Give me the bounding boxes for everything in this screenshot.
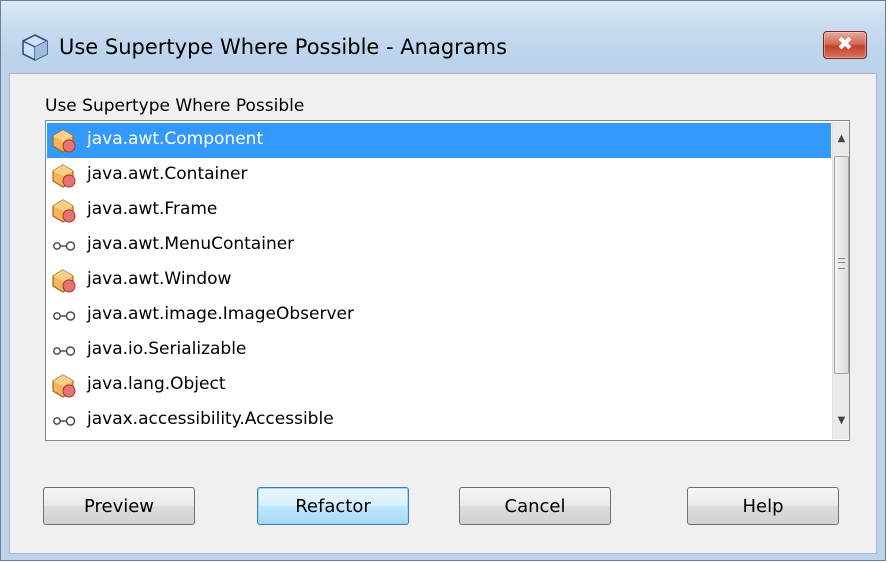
class-icon (51, 198, 77, 224)
dialog-window: Use Supertype Where Possible - Anagrams … (0, 0, 886, 561)
interface-icon (51, 408, 77, 434)
refactor-button[interactable]: Refactor (257, 487, 409, 525)
class-icon (51, 128, 77, 154)
class-icon (51, 373, 77, 399)
title-bar[interactable]: Use Supertype Where Possible - Anagrams … (1, 1, 885, 71)
dialog-content: Use Supertype Where Possible java.awt.Co… (9, 73, 877, 554)
list-item[interactable]: java.awt.Component (47, 123, 831, 158)
close-button[interactable]: ✖ (823, 31, 867, 59)
help-button[interactable]: Help (687, 487, 839, 525)
scroll-up-arrow-icon[interactable]: ▲ (833, 130, 849, 147)
supertype-list[interactable]: java.awt.Component java.awt.Container java… (45, 120, 850, 441)
list-item-label: java.awt.image.ImageObserver (87, 304, 354, 324)
list-item[interactable]: java.awt.Container (47, 158, 831, 193)
window-title: Use Supertype Where Possible - Anagrams (59, 35, 508, 59)
scroll-down-arrow-icon[interactable]: ▼ (833, 412, 849, 429)
list-item-label: java.io.Serializable (87, 339, 247, 359)
scroll-thumb[interactable] (834, 156, 849, 374)
list-item[interactable]: java.awt.Frame (47, 193, 831, 228)
list-item-label: java.awt.MenuContainer (87, 234, 295, 254)
list-item-label: java.awt.Component (87, 129, 264, 149)
scroll-grip-icon (838, 258, 845, 269)
vertical-scrollbar[interactable]: ▲ ▼ (832, 122, 849, 439)
list-item[interactable]: java.awt.Window (47, 263, 831, 298)
list-item-label: java.awt.Container (87, 164, 248, 184)
preview-button[interactable]: Preview (43, 487, 195, 525)
list-item-label: javax.accessibility.Accessible (87, 409, 334, 429)
interface-icon (51, 233, 77, 259)
class-icon (51, 163, 77, 189)
interface-icon (51, 338, 77, 364)
supertype-list-rows: java.awt.Component java.awt.Container java… (47, 123, 831, 438)
interface-icon (51, 303, 77, 329)
list-item[interactable]: java.awt.image.ImageObserver (47, 298, 831, 333)
list-item[interactable]: javax.accessibility.Accessible (47, 403, 831, 438)
class-icon (51, 268, 77, 294)
cancel-button[interactable]: Cancel (459, 487, 611, 525)
list-item-label: java.lang.Object (87, 374, 226, 394)
list-item[interactable]: java.awt.MenuContainer (47, 228, 831, 263)
list-item[interactable]: java.io.Serializable (47, 333, 831, 368)
list-item[interactable]: java.lang.Object (47, 368, 831, 403)
list-label: Use Supertype Where Possible (45, 96, 305, 116)
list-item-label: java.awt.Frame (87, 199, 218, 219)
list-item-label: java.awt.Window (87, 269, 232, 289)
netbeans-cube-icon (22, 34, 48, 61)
